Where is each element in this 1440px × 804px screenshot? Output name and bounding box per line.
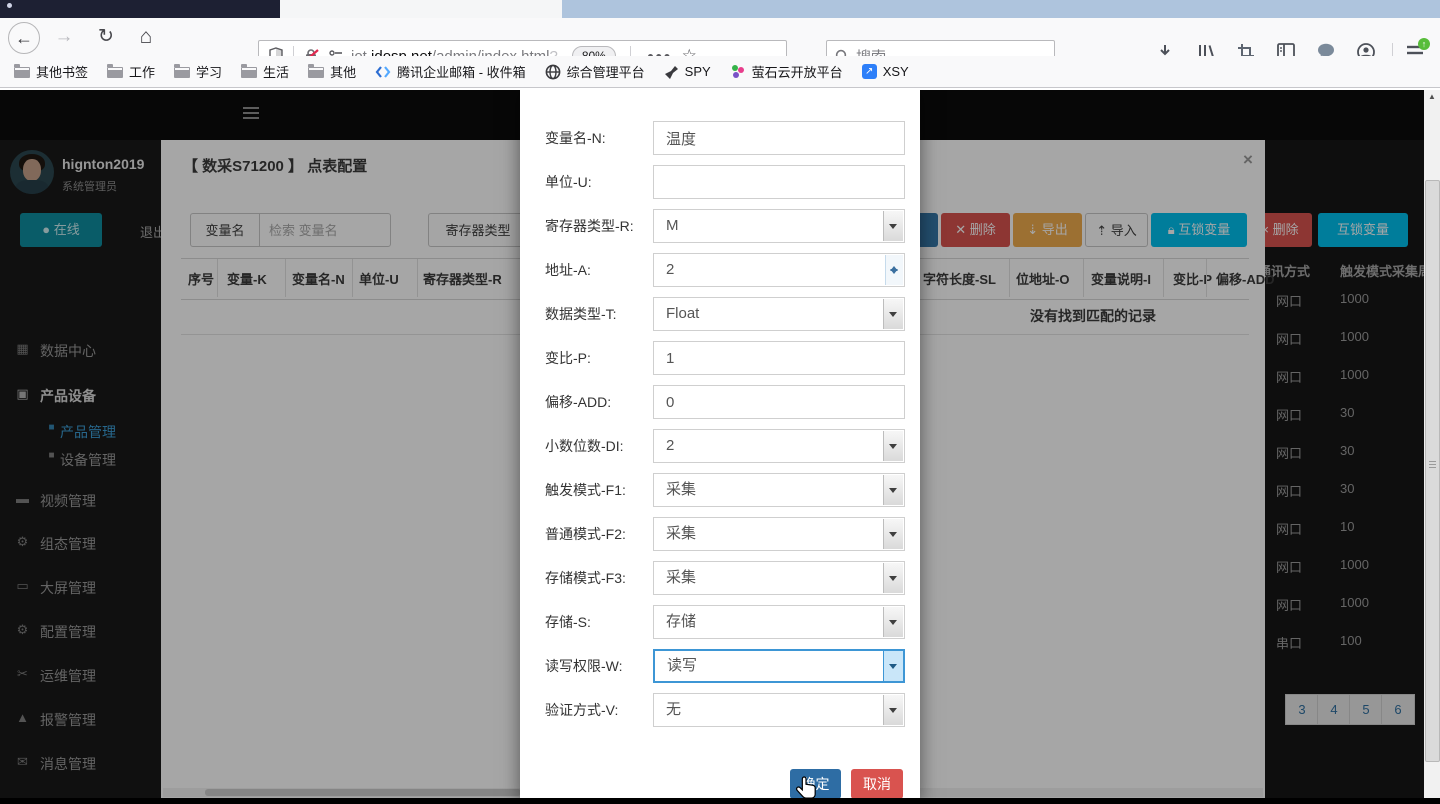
spy-icon: [664, 65, 679, 79]
rw-permission-select[interactable]: 读写: [653, 649, 905, 683]
update-badge-icon: ↑: [1418, 38, 1430, 50]
offset-input[interactable]: [653, 385, 905, 419]
vertical-scrollbar[interactable]: ▲: [1424, 90, 1440, 798]
field-label: 触发模式-F1:: [545, 473, 651, 507]
field-label: 寄存器类型-R:: [545, 209, 651, 243]
tab-favicon-dot: [7, 3, 12, 8]
bookmark-folder-other[interactable]: 其他书签: [14, 62, 88, 81]
chevron-down-icon[interactable]: [883, 431, 903, 461]
scroll-up-arrow-icon[interactable]: ▲: [1424, 92, 1440, 101]
chevron-down-icon[interactable]: [883, 211, 903, 241]
chevron-down-icon[interactable]: [883, 607, 903, 637]
field-label: 偏移-ADD:: [545, 385, 651, 419]
browser-toolbar: ← → ↻ ⌂ iot.idosp.net/admin/index.html? …: [0, 18, 1440, 56]
field-label: 存储模式-F3:: [545, 561, 651, 595]
folder-icon: [174, 67, 190, 78]
bookmark-folder-life[interactable]: 生活: [241, 62, 289, 81]
window-title-area: [0, 0, 280, 18]
decimals-select[interactable]: 2: [653, 429, 905, 463]
browser-tab-strip: [0, 0, 1440, 18]
bookmark-spy[interactable]: SPY: [664, 64, 711, 79]
field-label: 读写权限-W:: [545, 649, 651, 683]
vertical-scrollbar-thumb[interactable]: [1425, 180, 1440, 762]
forward-button[interactable]: →: [50, 18, 78, 56]
xsy-icon: ↗: [862, 64, 877, 79]
field-label: 验证方式-V:: [545, 693, 651, 727]
chevron-down-icon[interactable]: [883, 519, 903, 549]
mouse-cursor: [795, 775, 817, 801]
variable-name-input[interactable]: [653, 121, 905, 155]
field-label: 变比-P:: [545, 341, 651, 375]
field-label: 小数位数-DI:: [545, 429, 651, 463]
ys7-icon: [730, 64, 746, 79]
chevron-down-icon[interactable]: [883, 299, 903, 329]
trigger-mode-select[interactable]: 采集: [653, 473, 905, 507]
bookmark-folder-work[interactable]: 工作: [107, 62, 155, 81]
verify-method-select[interactable]: 无: [653, 693, 905, 727]
storage-select[interactable]: 存储: [653, 605, 905, 639]
globe-icon: [545, 64, 561, 80]
field-label: 存储-S:: [545, 605, 651, 639]
bookmark-ys7[interactable]: 萤石云开放平台: [730, 62, 843, 81]
bookmark-xsy[interactable]: ↗ XSY: [862, 64, 909, 79]
field-label: 数据类型-T:: [545, 297, 651, 331]
bottom-edge-strip: [0, 798, 1440, 804]
chevron-down-icon[interactable]: [883, 563, 903, 593]
bookmark-mgmt-platform[interactable]: 综合管理平台: [545, 62, 645, 81]
tencent-mail-icon: [375, 65, 391, 79]
page-viewport: hignton2019 系统管理员 ● 在线 退出 ▦数据中心 ▣产品设备 ■产…: [0, 90, 1440, 804]
folder-icon: [14, 67, 30, 78]
normal-mode-select[interactable]: 采集: [653, 517, 905, 551]
back-button[interactable]: ←: [8, 22, 40, 54]
folder-icon: [308, 67, 324, 78]
field-label: 地址-A:: [545, 253, 651, 287]
chevron-down-icon[interactable]: [883, 695, 903, 725]
chevron-down-icon[interactable]: [883, 651, 903, 681]
home-button[interactable]: ⌂: [132, 18, 160, 56]
folder-icon: [241, 67, 257, 78]
bookmark-folder-study[interactable]: 学习: [174, 62, 222, 81]
spinner-arrows-icon[interactable]: [885, 255, 903, 285]
chevron-down-icon[interactable]: [883, 475, 903, 505]
ratio-input[interactable]: [653, 341, 905, 375]
storage-mode-select[interactable]: 采集: [653, 561, 905, 595]
bookmark-tencent-mail[interactable]: 腾讯企业邮箱 - 收件箱: [375, 62, 526, 81]
variable-edit-modal: 变量名-N: 单位-U: 寄存器类型-R:M 地址-A:2 数据类型-T:Flo…: [520, 90, 920, 804]
bookmarks-bar: 其他书签 工作 学习 生活 其他 腾讯企业邮箱 - 收件箱 综合管理平台 SPY…: [0, 56, 1440, 88]
field-label: 变量名-N:: [545, 121, 651, 155]
reload-button[interactable]: ↻: [92, 18, 120, 56]
data-type-select[interactable]: Float: [653, 297, 905, 331]
address-stepper[interactable]: 2: [653, 253, 905, 287]
unit-input[interactable]: [653, 165, 905, 199]
bookmark-folder-misc[interactable]: 其他: [308, 62, 356, 81]
cancel-button[interactable]: 取消: [851, 769, 903, 799]
active-tab[interactable]: [280, 0, 562, 18]
register-type-select[interactable]: M: [653, 209, 905, 243]
folder-icon: [107, 67, 123, 78]
field-label: 普通模式-F2:: [545, 517, 651, 551]
field-label: 单位-U:: [545, 165, 651, 199]
